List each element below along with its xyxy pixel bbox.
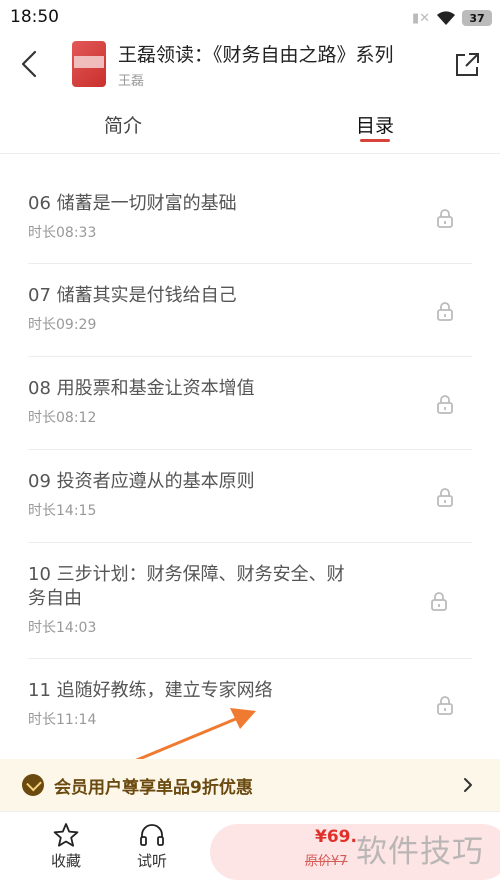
no-signal-icon: ▮✕ [411, 10, 430, 26]
share-icon [456, 53, 479, 76]
chapter-item[interactable]: 08 用股票和基金让资本增值 时长08:12 [28, 357, 472, 450]
lock-icon [431, 592, 447, 611]
battery-icon: 37 [462, 10, 492, 26]
chapter-item[interactable]: 07 储蓄其实是付钱给自己 时长09:29 [28, 264, 472, 357]
album-author: 王磊 [118, 74, 145, 89]
chapter-item[interactable]: 11 追随好教练，建立专家网络 时长11:14 [28, 659, 472, 752]
chapter-duration: 时长14:15 [28, 503, 97, 519]
status-icons: ▮✕ 37 [412, 8, 492, 28]
vip-badge-icon [22, 774, 44, 796]
chapter-duration: 时长08:33 [28, 225, 97, 241]
promo-text: 会员用户尊享单品9折优惠 [54, 778, 253, 798]
chapter-title: 08 用股票和基金让资本增值 [28, 378, 255, 399]
active-tab-indicator [360, 139, 390, 142]
lock-icon [437, 302, 453, 321]
member-promo-banner[interactable]: 会员用户尊享单品9折优惠 [0, 759, 500, 811]
watermark: 软件技巧 [356, 834, 484, 870]
header: 王磊领读：《财务自由之路》系列 王磊 [0, 36, 500, 94]
tab-intro[interactable]: 简介 [104, 111, 142, 138]
album-title: 王磊领读：《财务自由之路》系列 [118, 44, 394, 66]
album-cover [72, 41, 106, 87]
tab-catalog[interactable]: 目录 [356, 111, 394, 138]
trial-listen-button[interactable]: 试听 [124, 822, 180, 878]
status-bar: 18:50 ▮✕ 37 [0, 0, 500, 36]
price: ¥69. [315, 827, 357, 847]
chapter-duration: 时长08:12 [28, 410, 97, 426]
chapter-duration: 时长14:03 [28, 620, 97, 636]
back-chevron-icon [21, 50, 37, 78]
headphones-icon [140, 824, 164, 846]
favorite-button[interactable]: 收藏 [38, 822, 94, 878]
chapter-title: 09 投资者应遵从的基本原则 [28, 471, 255, 492]
chapter-list: 06 储蓄是一切财富的基础 时长08:33 07 储蓄其实是付钱给自己 时长09… [0, 172, 500, 752]
chapter-item[interactable]: 06 储蓄是一切财富的基础 时长08:33 [28, 172, 472, 264]
lock-icon [437, 696, 453, 715]
chapter-item[interactable]: 10 三步计划：财务保障、财务安全、财务自由 时长14:03 [28, 543, 472, 659]
lock-icon [437, 488, 453, 507]
trial-label: 试听 [136, 852, 167, 870]
lock-icon [437, 395, 453, 414]
lock-icon [437, 209, 453, 228]
share-button[interactable] [452, 50, 482, 80]
chapter-item[interactable]: 09 投资者应遵从的基本原则 时长14:15 [28, 450, 472, 543]
star-icon [53, 823, 79, 847]
chapter-duration: 时长09:29 [28, 317, 97, 333]
chapter-title: 10 三步计划：财务保障、财务安全、财务自由 [28, 564, 345, 609]
tab-bar: 简介 目录 [0, 94, 500, 154]
chapter-title: 06 储蓄是一切财富的基础 [28, 193, 237, 214]
chapter-title: 11 追随好教练，建立专家网络 [28, 680, 273, 701]
chapter-title: 07 储蓄其实是付钱给自己 [28, 285, 237, 306]
status-time: 18:50 [10, 7, 59, 27]
chevron-right-icon [464, 778, 472, 792]
original-price: 原价¥7 [305, 854, 348, 869]
wifi-icon [436, 10, 456, 26]
back-button[interactable] [14, 46, 44, 82]
chapter-duration: 时长11:14 [28, 712, 97, 728]
favorite-label: 收藏 [50, 852, 81, 870]
